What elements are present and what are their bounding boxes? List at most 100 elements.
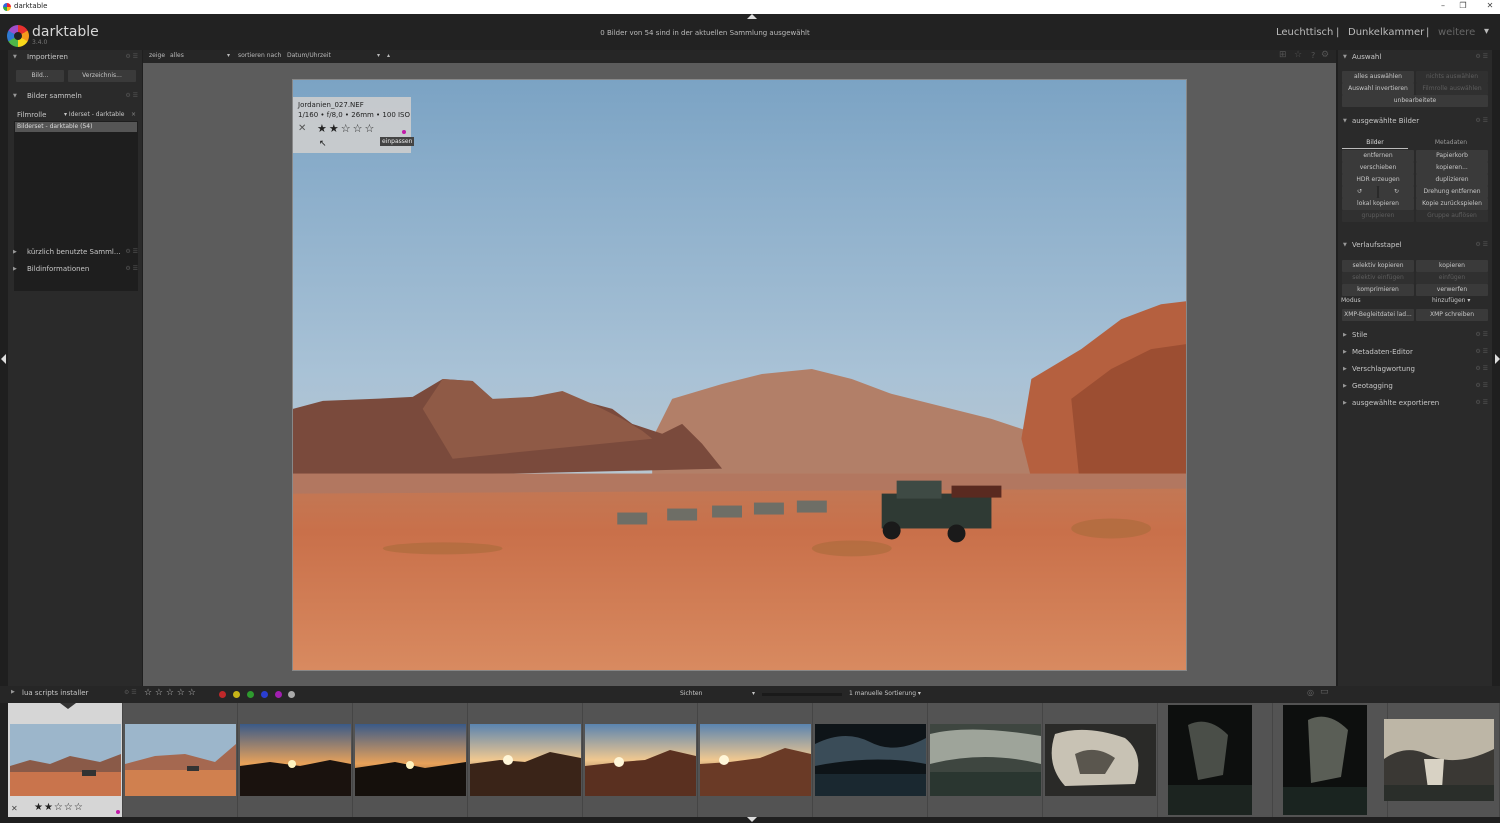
star-icon[interactable]: ☆ <box>1294 50 1302 60</box>
sort-dropdown-icon[interactable]: ▾ <box>377 52 380 59</box>
filmroll-combo[interactable]: ▾ Iderset - darktable <box>64 111 124 118</box>
selective-copy-button[interactable]: selektiv kopieren <box>1342 260 1414 272</box>
sort-combo[interactable]: Datum/Uhrzeit <box>287 52 331 59</box>
import-folder-button[interactable]: Verzeichnis... <box>68 70 136 82</box>
color-label-red[interactable] <box>219 691 226 698</box>
module-preset-icon[interactable]: ⚙ ☰ <box>125 248 138 255</box>
color-label-purple[interactable] <box>275 691 282 698</box>
geotagging-header[interactable]: ▶ Geotagging ⚙ ☰ <box>1338 380 1492 393</box>
trash-button[interactable]: Papierkorb <box>1416 150 1488 162</box>
image-info-header[interactable]: ▶ Bildinformationen ⚙ ☰ <box>8 263 142 276</box>
show-combo[interactable]: alles <box>170 52 184 59</box>
styles-header[interactable]: ▶ Stile ⚙ ☰ <box>1338 329 1492 342</box>
close-button[interactable]: ✕ <box>1481 1 1499 10</box>
module-preset-icon[interactable]: ⚙ ☰ <box>1475 331 1488 338</box>
module-preset-icon[interactable]: ⚙ ☰ <box>125 92 138 99</box>
gear-icon[interactable]: ⚙ <box>1321 50 1329 60</box>
module-preset-icon[interactable]: ⚙ ☰ <box>1475 53 1488 60</box>
select-all-button[interactable]: alles auswählen <box>1342 71 1414 83</box>
lua-scripts-title[interactable]: lua scripts installer <box>22 689 88 697</box>
reset-rotation-button[interactable]: Drehung entfernen <box>1416 186 1488 198</box>
collapse-top-arrow-icon[interactable] <box>747 14 757 19</box>
color-label-green[interactable] <box>247 691 254 698</box>
reject-icon[interactable]: ✕ <box>298 123 306 134</box>
views-dropdown-icon[interactable]: ▾ <box>1484 26 1489 37</box>
selective-paste-button[interactable]: selektiv einfügen <box>1342 272 1414 284</box>
filmstrip-thumb[interactable] <box>468 703 583 817</box>
module-preset-icon[interactable]: ⚙ ☰ <box>1475 117 1488 124</box>
filmstrip-thumb[interactable] <box>1273 703 1388 817</box>
thumb-reject-icon[interactable]: ✕ <box>11 804 18 813</box>
tagging-header[interactable]: ▶ Verschlagwortung ⚙ ☰ <box>1338 363 1492 376</box>
filmstrip-thumb[interactable] <box>1384 703 1500 817</box>
history-copy-button[interactable]: kopieren <box>1416 260 1488 272</box>
filmstrip-thumb[interactable] <box>1158 703 1273 817</box>
color-label-dot[interactable] <box>402 130 406 134</box>
history-stack-header[interactable]: ▼ Verlaufsstapel ⚙ ☰ <box>1338 239 1492 252</box>
star-rating[interactable]: ★★☆☆☆ <box>317 122 376 135</box>
focus-peaking-icon[interactable]: ◎ <box>1307 688 1314 697</box>
filmstrip-thumb[interactable] <box>353 703 468 817</box>
preview-photo[interactable] <box>292 79 1187 671</box>
filmstrip-thumb[interactable] <box>238 703 353 817</box>
zoom-slider[interactable] <box>762 693 842 696</box>
remove-button[interactable]: entfernen <box>1342 150 1414 162</box>
mode-combo[interactable]: hinzufügen ▾ <box>1432 297 1470 304</box>
view-darkroom[interactable]: Dunkelkammer <box>1348 27 1424 38</box>
select-filmroll-button[interactable]: Filmrolle auswählen <box>1416 83 1488 95</box>
module-preset-icon[interactable]: ⚙ ☰ <box>1475 382 1488 389</box>
ungroup-button[interactable]: Gruppe auflösen <box>1416 210 1488 222</box>
color-label-yellow[interactable] <box>233 691 240 698</box>
filmstrip-thumb[interactable] <box>1043 703 1158 817</box>
selected-images-header[interactable]: ▼ ausgewählte Bilder ⚙ ☰ <box>1338 115 1492 128</box>
import-image-button[interactable]: Bild... <box>16 70 64 82</box>
discard-button[interactable]: verwerfen <box>1416 284 1488 296</box>
help-icon[interactable]: ? <box>1311 51 1315 60</box>
rating-filter-stars[interactable]: ☆ ☆ ☆ ☆ ☆ <box>144 688 196 698</box>
restore-button[interactable]: ❐ <box>1454 1 1472 10</box>
collect-module-header[interactable]: ▼ Bilder sammeln ⚙ ☰ <box>8 90 142 103</box>
show-dropdown-icon[interactable]: ▾ <box>227 52 230 59</box>
module-preset-icon[interactable]: ⚙ ☰ <box>125 53 138 60</box>
copy-button[interactable]: kopieren... <box>1416 162 1488 174</box>
group-button[interactable]: gruppieren <box>1342 210 1414 222</box>
collapse-bottom-arrow-icon[interactable] <box>747 817 757 822</box>
load-xmp-button[interactable]: XMP-Begleitdatei lad... <box>1342 309 1414 321</box>
filmstrip-thumb[interactable] <box>928 703 1043 817</box>
color-label-gray[interactable] <box>288 691 295 698</box>
module-preset-icon[interactable]: ⚙ ☰ <box>1475 241 1488 248</box>
module-preset-icon[interactable]: ⚙ ☰ <box>1475 348 1488 355</box>
filmstrip-thumb[interactable] <box>698 703 813 817</box>
collapse-right-arrow-icon[interactable] <box>1495 354 1500 364</box>
filmroll-remove-icon[interactable]: × <box>131 111 136 118</box>
filmstrip-thumb[interactable] <box>583 703 698 817</box>
collapse-left-arrow-icon[interactable] <box>1 354 6 364</box>
duplicate-button[interactable]: duplizieren <box>1416 174 1488 186</box>
sort-order-combo[interactable]: 1 manuelle Sortierung ▾ <box>849 690 921 697</box>
sort-direction-icon[interactable]: ▴ <box>387 52 390 59</box>
select-none-button[interactable]: nichts auswählen <box>1416 71 1488 83</box>
create-hdr-button[interactable]: HDR erzeugen <box>1342 174 1414 186</box>
invert-selection-button[interactable]: Auswahl invertieren <box>1342 83 1414 95</box>
view-lighttable[interactable]: Leuchttisch <box>1276 27 1333 38</box>
grid-icon[interactable]: ⊞ <box>1279 50 1287 60</box>
select-module-header[interactable]: ▼ Auswahl ⚙ ☰ <box>1338 51 1492 64</box>
view-dropdown-icon[interactable]: ▾ <box>752 690 755 697</box>
rotate-cw-icon[interactable]: ↻ <box>1379 186 1414 198</box>
module-preset-icon[interactable]: ⚙ ☰ <box>1475 399 1488 406</box>
color-label-blue[interactable] <box>261 691 268 698</box>
module-preset-icon[interactable]: ⚙ ☰ <box>125 265 138 272</box>
view-more[interactable]: weitere <box>1438 27 1475 38</box>
copy-locally-button[interactable]: lokal kopieren <box>1342 198 1414 210</box>
export-header[interactable]: ▶ ausgewählte exportieren ⚙ ☰ <box>1338 397 1492 410</box>
compress-button[interactable]: komprimieren <box>1342 284 1414 296</box>
write-xmp-button[interactable]: XMP schreiben <box>1416 309 1488 321</box>
filmstrip-thumb[interactable] <box>813 703 928 817</box>
filmstrip-thumb-selected[interactable]: ✕ ★★☆☆☆ <box>8 703 123 817</box>
filmstrip-thumb[interactable] <box>123 703 238 817</box>
tab-metadata[interactable]: Metadaten <box>1414 137 1488 149</box>
minimize-button[interactable]: – <box>1434 1 1452 10</box>
display-profile-icon[interactable]: ▭ <box>1320 687 1329 697</box>
import-module-header[interactable]: ▼ Importieren ⚙ ☰ <box>8 51 142 64</box>
rotate-ccw-icon[interactable]: ↺ <box>1342 186 1377 198</box>
